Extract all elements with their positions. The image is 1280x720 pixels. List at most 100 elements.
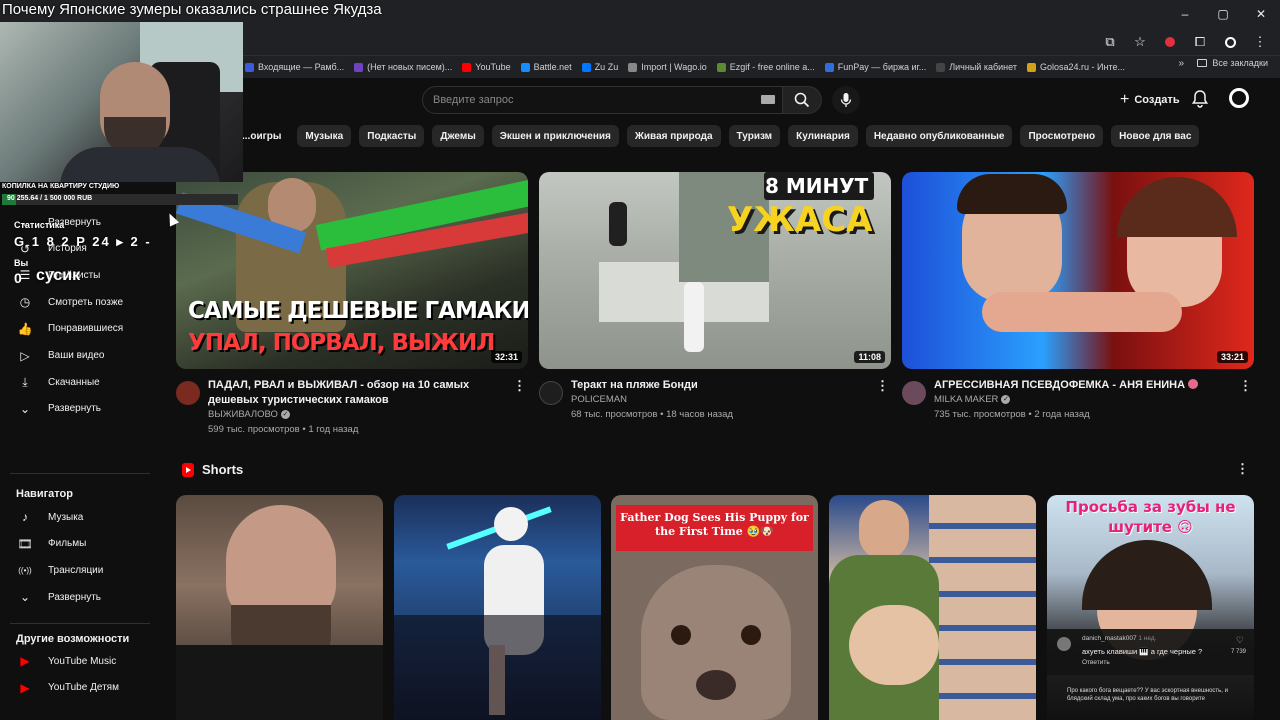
sidebar-item[interactable]: ⤓ Скачанные [0, 369, 160, 395]
sidebar-item-label: Фильмы [48, 538, 87, 550]
video-menu-icon[interactable]: ⋮ [513, 378, 526, 394]
sidebar-item[interactable]: 🎞 Фильмы [0, 531, 160, 557]
sidebar-item[interactable]: ((•)) Трансляции [0, 557, 160, 583]
short-card[interactable]: Просьба за зубы не шутите 🙃 danich_masta… [1047, 495, 1254, 720]
bookmark-favicon-icon [824, 62, 834, 72]
video-thumbnail[interactable]: 33:21 [902, 172, 1254, 369]
channel-avatar[interactable] [902, 381, 926, 405]
short-card[interactable]: Father Dog Sees His Puppy for the First … [611, 495, 818, 720]
bookmark-label: Golosa24.ru - Инте... [1039, 62, 1125, 72]
profile-icon[interactable] [1220, 32, 1240, 52]
sidebar-section-title: Другие возможности [16, 633, 130, 645]
sidebar-item[interactable]: ▶ YouTube Детям [0, 675, 160, 701]
thumbnail-text-line1: САМЫЕ ДЕШЕВЫЕ ГАМАКИ [188, 298, 528, 324]
video-thumbnail[interactable]: 8 МИНУТ УЖАСА 11:08 [539, 172, 891, 369]
stats-username: сусик [36, 267, 81, 284]
chevron-down-icon: ⌄ [19, 590, 31, 605]
sidebar-item-label: YouTube Music [48, 655, 117, 667]
notifications-bell-icon[interactable] [1190, 89, 1210, 109]
sidebar-item[interactable]: ▶ YouTube Music [0, 648, 160, 674]
all-bookmarks-button[interactable]: Все закладки [1197, 58, 1268, 68]
chip-filter[interactable]: Новое для вас [1111, 125, 1200, 147]
channel-avatar[interactable] [176, 381, 200, 405]
keyboard-icon[interactable] [761, 95, 775, 104]
shorts-menu-icon[interactable]: ⋮ [1236, 461, 1249, 477]
bookmark-star-icon[interactable]: ☆ [1130, 32, 1150, 52]
video-menu-icon[interactable]: ⋮ [1239, 378, 1252, 394]
sidebar-item[interactable]: ⌄ Развернуть [0, 396, 160, 422]
search-input[interactable] [433, 94, 733, 106]
bookmark-item[interactable]: (Нет новых писем)... [354, 62, 452, 72]
bookmarks-overflow-button[interactable]: » [1178, 58, 1184, 69]
video-title[interactable]: АГРЕССИВНАЯ ПСЕВДОФЕМКА - АНЯ ЕНИНА [934, 378, 1234, 393]
search-box[interactable] [422, 86, 784, 114]
video-title-text[interactable]: АГРЕССИВНАЯ ПСЕВДОФЕМКА - АНЯ ЕНИНА [934, 379, 1185, 391]
video-title[interactable]: Теракт на пляже Бонди [571, 378, 871, 393]
channel-name[interactable]: POLICEMAN [571, 394, 627, 405]
bookmark-item[interactable]: Golosa24.ru - Инте... [1026, 62, 1125, 72]
bookmark-item[interactable]: Zu Zu [581, 62, 618, 72]
chip-filter[interactable]: Недавно опубликованные [865, 125, 1013, 147]
channel-avatar[interactable] [539, 381, 563, 405]
chip-filter[interactable]: Туризм [728, 125, 781, 147]
sidebar-item[interactable]: 👍 Понравившиеся [0, 316, 160, 342]
bookmark-item[interactable]: YouTube [462, 62, 511, 72]
sidebar-item[interactable]: ⌄ Развернуть [0, 584, 160, 610]
bookmark-item[interactable]: Battle.net [520, 62, 572, 72]
stream-stats-overlay: Статистика G 1 8 2 P 24 ▸ 2 - Вы 0 сусик [0, 214, 170, 289]
install-app-icon[interactable]: ⧉ [1100, 32, 1120, 52]
sidebar-item[interactable]: ◷ Смотреть позже [0, 289, 160, 315]
short-card[interactable] [829, 495, 1036, 720]
chip-filter[interactable]: Просмотрено [1020, 125, 1104, 147]
search-button[interactable] [782, 86, 822, 114]
sidebar-item-label: Ваши видео [48, 350, 105, 361]
short-object [849, 605, 939, 685]
video-meta: 735 тыс. просмотров • 2 года назад [934, 409, 1090, 420]
chip-filter[interactable]: Экшен и приключения [491, 125, 619, 147]
video-channel[interactable]: POLICEMAN [571, 394, 627, 405]
short-card[interactable] [176, 495, 383, 720]
heart-icon[interactable]: ♡ [1236, 635, 1244, 646]
bookmark-item[interactable]: FunPay — биржа иг... [824, 62, 926, 72]
short-banner: Просьба за зубы не шутите 🙃 [1065, 498, 1236, 536]
short-shelf [929, 495, 1036, 720]
channel-name[interactable]: ВЫЖИВАЛОВО [208, 409, 278, 420]
chip-filter[interactable]: Музыка [297, 125, 352, 147]
video-title[interactable]: ПАДАЛ, РВАЛ и ВЫЖИВАЛ - обзор на 10 самы… [208, 378, 508, 408]
comment-text: ахуеть клавиши 🎹 а где черные ? [1082, 647, 1203, 656]
chip-filter[interactable]: ...оигры [242, 125, 289, 147]
live-icon: ((•)) [18, 565, 32, 575]
bookmark-item[interactable]: Личный кабинет [936, 62, 1017, 72]
chip-filter[interactable]: Кулинария [788, 125, 858, 147]
download-icon: ⤓ [22, 374, 28, 389]
short-face [859, 500, 909, 560]
stats-numbers: G 1 8 2 P 24 ▸ 2 - [14, 234, 152, 249]
comment-user: danich_mastak007 1 нед. [1082, 635, 1156, 642]
sidebar-item[interactable]: ▷ Ваши видео [0, 343, 160, 369]
sidebar-item[interactable]: ♪ Музыка [0, 504, 160, 530]
minimize-button[interactable]: – [1166, 0, 1204, 28]
channel-name[interactable]: MILKA MAKER [934, 394, 998, 405]
bookmark-item[interactable]: Import | Wago.io [628, 62, 707, 72]
close-button[interactable]: ✕ [1242, 0, 1280, 28]
short-dog-eye [671, 625, 691, 645]
maximize-button[interactable]: ▢ [1204, 0, 1242, 28]
video-channel[interactable]: MILKA MAKER ✓ [934, 394, 1011, 405]
menu-icon[interactable]: ⋮ [1250, 32, 1270, 52]
chip-filter[interactable]: Живая природа [626, 125, 721, 147]
extension-red-icon[interactable] [1160, 32, 1180, 52]
extensions-icon[interactable]: ⧠ [1190, 32, 1210, 52]
video-channel[interactable]: ВЫЖИВАЛОВО ✓ [208, 409, 290, 420]
create-button[interactable]: + Создать [1110, 87, 1190, 113]
sidebar-item-label: Трансляции [48, 564, 104, 576]
video-menu-icon[interactable]: ⋮ [876, 378, 889, 394]
bookmark-item[interactable]: Ezgif - free online a... [716, 62, 815, 72]
short-card[interactable] [394, 495, 601, 720]
comment-reply-button[interactable]: Ответить [1082, 659, 1110, 666]
voice-search-button[interactable] [832, 86, 860, 114]
chip-filter[interactable]: Подкасты [359, 125, 425, 147]
chip-filter[interactable]: Джемы [432, 125, 484, 147]
account-avatar[interactable] [1229, 88, 1249, 108]
comment-user-name[interactable]: danich_mastak007 [1082, 635, 1137, 642]
bookmark-item[interactable]: Входящие — Рамб... [245, 62, 344, 72]
